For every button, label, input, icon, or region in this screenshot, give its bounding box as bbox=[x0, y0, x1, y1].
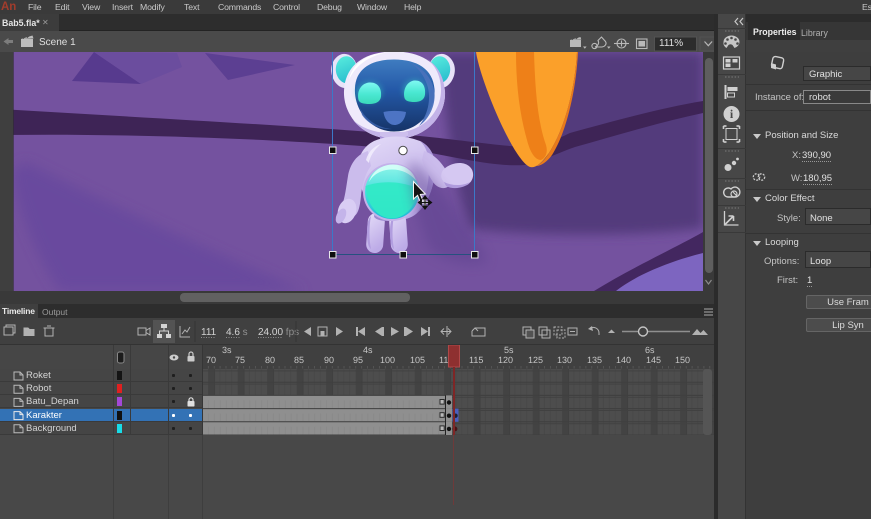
svg-text:6s: 6s bbox=[645, 345, 655, 355]
svg-text:85: 85 bbox=[294, 355, 304, 365]
svg-text:150: 150 bbox=[675, 355, 690, 365]
svg-text:5s: 5s bbox=[504, 345, 514, 355]
svg-text:80: 80 bbox=[265, 355, 275, 365]
svg-text:70: 70 bbox=[206, 355, 216, 365]
svg-text:4.6 s: 4.6 s bbox=[226, 327, 248, 338]
svg-text:145: 145 bbox=[646, 355, 661, 365]
svg-text:105: 105 bbox=[410, 355, 425, 365]
svg-text:24.00 fps: 24.00 fps bbox=[258, 327, 299, 338]
svg-text:4s: 4s bbox=[363, 345, 373, 355]
svg-text:95: 95 bbox=[353, 355, 363, 365]
svg-text:Scene 1: Scene 1 bbox=[39, 37, 76, 48]
svg-text:130: 130 bbox=[557, 355, 572, 365]
svg-text:140: 140 bbox=[616, 355, 631, 365]
svg-text:75: 75 bbox=[235, 355, 245, 365]
svg-text:3s: 3s bbox=[222, 345, 232, 355]
svg-text:135: 135 bbox=[587, 355, 602, 365]
svg-text:111: 111 bbox=[201, 327, 217, 338]
svg-text:115: 115 bbox=[469, 355, 483, 365]
svg-text:100: 100 bbox=[380, 355, 395, 365]
svg-text:120: 120 bbox=[498, 355, 513, 365]
svg-text:125: 125 bbox=[528, 355, 543, 365]
svg-text:90: 90 bbox=[324, 355, 334, 365]
